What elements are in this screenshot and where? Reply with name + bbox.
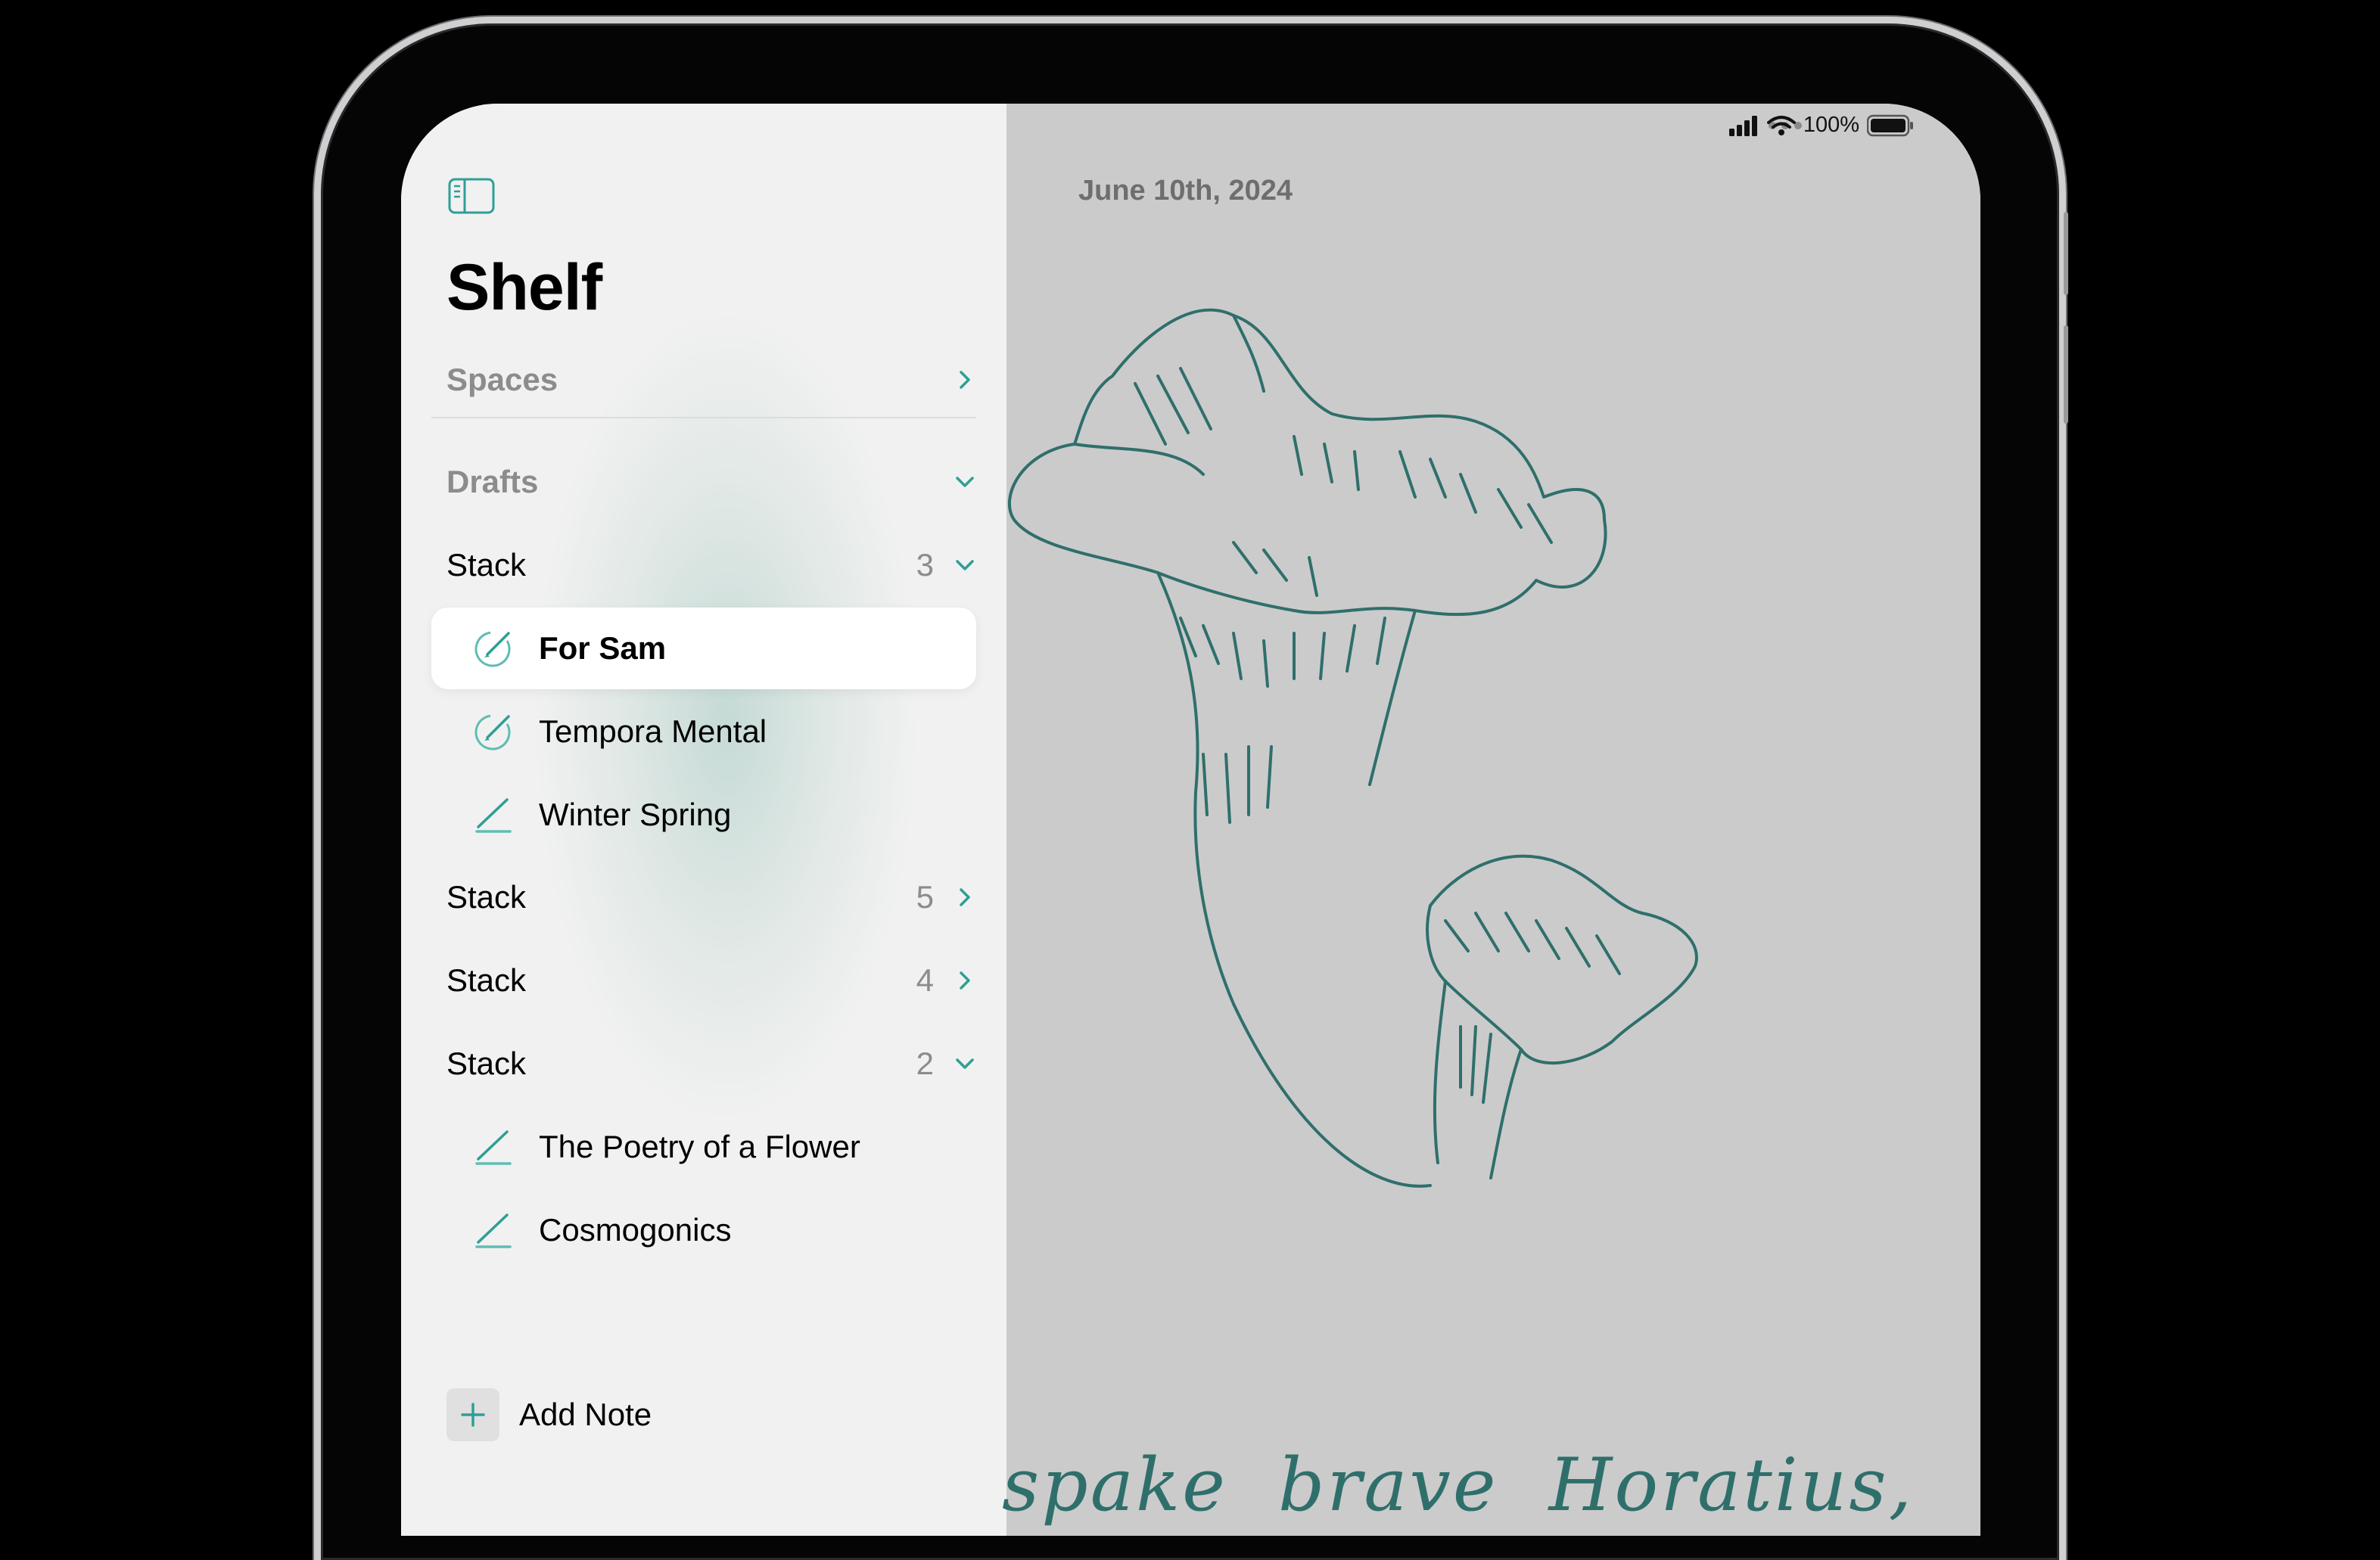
power-button	[2064, 212, 2068, 295]
mushroom-sketch	[1007, 308, 1698, 1188]
stack-count: 3	[916, 547, 934, 583]
chevron-down-icon	[956, 477, 974, 487]
chevron-right-icon	[960, 888, 970, 906]
note-title: Winter Spring	[539, 797, 732, 832]
plus-icon	[446, 1388, 499, 1441]
sidebar: Shelf Spaces Drafts Stack 3 For Sam Temp…	[401, 104, 1006, 1536]
stack-label: Stack	[446, 547, 527, 583]
note-title: Cosmogonics	[539, 1212, 732, 1248]
note-item-winter-spring[interactable]: Winter Spring	[431, 774, 976, 856]
battery-icon	[1867, 114, 1913, 136]
stack-row[interactable]: Stack 5	[446, 859, 976, 935]
note-item-for-sam[interactable]: For Sam	[431, 608, 976, 689]
add-note-label: Add Note	[519, 1397, 652, 1432]
note-title: Tempora Mental	[539, 713, 767, 749]
compass-pencil-icon	[471, 709, 516, 754]
stack-count: 5	[916, 879, 934, 915]
wifi-icon	[1766, 115, 1796, 135]
spaces-label: Spaces	[446, 362, 558, 397]
chevron-right-icon	[960, 371, 970, 389]
cellular-signal-icon	[1728, 115, 1757, 136]
note-date: June 10th, 2024	[1078, 175, 1293, 207]
status-bar: 100%	[1728, 113, 1914, 138]
stack-row[interactable]: Stack 2	[446, 1026, 976, 1102]
sidebar-toggle-icon[interactable]	[448, 178, 495, 214]
note-item-cosmogonics[interactable]: Cosmogonics	[431, 1189, 976, 1271]
spaces-row[interactable]: Spaces	[446, 342, 976, 418]
note-title: For Sam	[539, 630, 667, 666]
stack-label: Stack	[446, 879, 527, 915]
stack-count: 4	[916, 962, 934, 998]
stack-count: 2	[916, 1046, 934, 1081]
add-note-button[interactable]: Add Note	[446, 1388, 652, 1441]
stack-label: Stack	[446, 1046, 527, 1081]
stack-row[interactable]: Stack 3	[446, 527, 976, 603]
battery-percent: 100%	[1803, 113, 1859, 137]
drafts-label: Drafts	[446, 464, 539, 499]
screen: Shelf Spaces Drafts Stack 3 For Sam Temp…	[401, 104, 1980, 1536]
handwritten-text: spake brave Horatius,	[1002, 1443, 1915, 1527]
chevron-down-icon	[956, 1058, 974, 1069]
pencil-stroke-icon	[471, 1207, 516, 1253]
page-title: Shelf	[446, 251, 602, 324]
note-item-tempora-mental[interactable]: Tempora Mental	[431, 691, 976, 772]
divider	[431, 417, 976, 418]
drafts-row[interactable]: Drafts	[446, 444, 976, 520]
pencil-stroke-icon	[471, 792, 516, 837]
note-title: The Poetry of a Flower	[539, 1129, 860, 1164]
note-canvas[interactable]: 100% June 10th, 2024 spake brave Horatiu…	[1002, 104, 1980, 1536]
chevron-right-icon	[960, 971, 970, 990]
volume-button	[2064, 325, 2068, 424]
chevron-down-icon	[956, 560, 974, 570]
pencil-stroke-icon	[471, 1124, 516, 1170]
note-item-poetry-of-a-flower[interactable]: The Poetry of a Flower	[431, 1106, 976, 1188]
stack-label: Stack	[446, 962, 527, 998]
compass-pencil-icon	[471, 626, 516, 671]
stack-row[interactable]: Stack 4	[446, 943, 976, 1018]
